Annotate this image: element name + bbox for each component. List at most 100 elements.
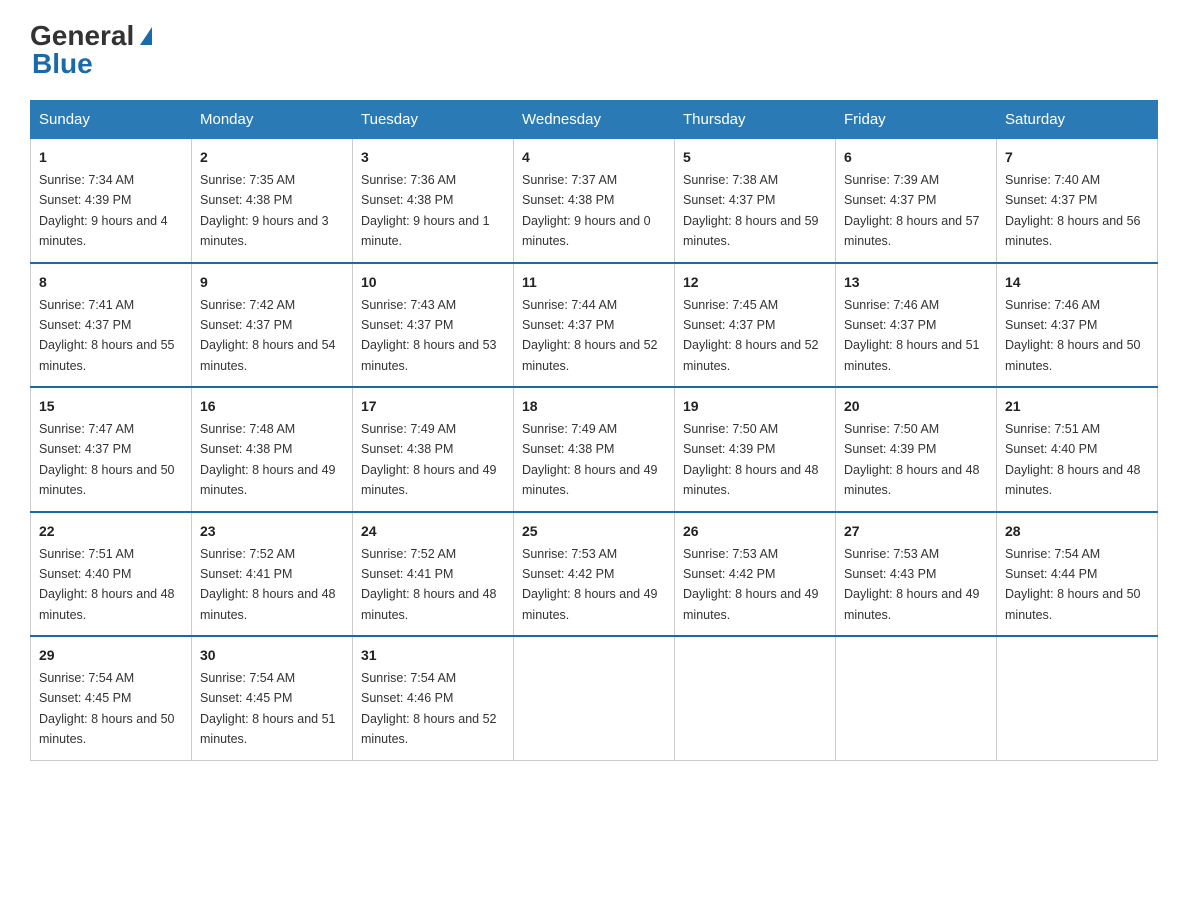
calendar-cell: 19 Sunrise: 7:50 AMSunset: 4:39 PMDayligh… [675,387,836,512]
day-info: Sunrise: 7:50 AMSunset: 4:39 PMDaylight:… [683,422,819,497]
day-info: Sunrise: 7:34 AMSunset: 4:39 PMDaylight:… [39,173,168,248]
day-info: Sunrise: 7:52 AMSunset: 4:41 PMDaylight:… [361,547,497,622]
logo-triangle-icon [140,27,152,45]
day-info: Sunrise: 7:43 AMSunset: 4:37 PMDaylight:… [361,298,497,373]
calendar-cell: 5 Sunrise: 7:38 AMSunset: 4:37 PMDaylight… [675,139,836,263]
calendar-cell: 2 Sunrise: 7:35 AMSunset: 4:38 PMDaylight… [192,139,353,263]
day-info: Sunrise: 7:54 AMSunset: 4:45 PMDaylight:… [200,671,336,746]
day-number: 30 [200,645,344,666]
day-info: Sunrise: 7:50 AMSunset: 4:39 PMDaylight:… [844,422,980,497]
calendar-week-row-3: 15 Sunrise: 7:47 AMSunset: 4:37 PMDayligh… [31,387,1158,512]
calendar-cell: 6 Sunrise: 7:39 AMSunset: 4:37 PMDaylight… [836,139,997,263]
calendar-cell: 18 Sunrise: 7:49 AMSunset: 4:38 PMDayligh… [514,387,675,512]
calendar-cell: 9Sunrise: 7:42 AMSunset: 4:37 PMDaylight… [192,263,353,388]
day-info: Sunrise: 7:46 AMSunset: 4:37 PMDaylight:… [844,298,980,373]
day-info: Sunrise: 7:39 AMSunset: 4:37 PMDaylight:… [844,173,980,248]
day-number: 8 [39,272,183,293]
column-header-friday: Friday [836,101,997,139]
calendar-cell: 10Sunrise: 7:43 AMSunset: 4:37 PMDayligh… [353,263,514,388]
calendar-cell: 21Sunrise: 7:51 AMSunset: 4:40 PMDayligh… [997,387,1158,512]
day-info: Sunrise: 7:52 AMSunset: 4:41 PMDaylight:… [200,547,336,622]
day-number: 24 [361,521,505,542]
day-number: 25 [522,521,666,542]
day-number: 19 [683,396,827,417]
day-number: 2 [200,147,344,168]
calendar-cell: 1Sunrise: 7:34 AMSunset: 4:39 PMDaylight… [31,139,192,263]
column-header-sunday: Sunday [31,101,192,139]
day-info: Sunrise: 7:35 AMSunset: 4:38 PMDaylight:… [200,173,329,248]
day-info: Sunrise: 7:54 AMSunset: 4:45 PMDaylight:… [39,671,175,746]
calendar-cell: 20 Sunrise: 7:50 AMSunset: 4:39 PMDayligh… [836,387,997,512]
page-header: General Blue [30,20,1158,80]
column-header-thursday: Thursday [675,101,836,139]
day-number: 3 [361,147,505,168]
calendar-cell: 13 Sunrise: 7:46 AMSunset: 4:37 PMDayligh… [836,263,997,388]
day-info: Sunrise: 7:53 AMSunset: 4:42 PMDaylight:… [683,547,819,622]
calendar-cell: 15 Sunrise: 7:47 AMSunset: 4:37 PMDayligh… [31,387,192,512]
day-number: 4 [522,147,666,168]
day-number: 26 [683,521,827,542]
calendar-cell: 3 Sunrise: 7:36 AMSunset: 4:38 PMDaylight… [353,139,514,263]
day-number: 9 [200,272,344,293]
calendar-cell: 30 Sunrise: 7:54 AMSunset: 4:45 PMDayligh… [192,636,353,760]
day-number: 23 [200,521,344,542]
calendar-cell: 25 Sunrise: 7:53 AMSunset: 4:42 PMDayligh… [514,512,675,637]
day-number: 13 [844,272,988,293]
day-number: 15 [39,396,183,417]
day-number: 29 [39,645,183,666]
day-number: 20 [844,396,988,417]
calendar-week-row-5: 29 Sunrise: 7:54 AMSunset: 4:45 PMDayligh… [31,636,1158,760]
calendar-cell [997,636,1158,760]
day-number: 16 [200,396,344,417]
column-header-wednesday: Wednesday [514,101,675,139]
calendar-week-row-2: 8 Sunrise: 7:41 AMSunset: 4:37 PMDaylight… [31,263,1158,388]
calendar-cell: 17 Sunrise: 7:49 AMSunset: 4:38 PMDayligh… [353,387,514,512]
day-info: Sunrise: 7:45 AMSunset: 4:37 PMDaylight:… [683,298,819,373]
day-info: Sunrise: 7:41 AMSunset: 4:37 PMDaylight:… [39,298,175,373]
logo-blue-text: Blue [30,48,93,80]
calendar-cell: 24 Sunrise: 7:52 AMSunset: 4:41 PMDayligh… [353,512,514,637]
calendar-cell: 22Sunrise: 7:51 AMSunset: 4:40 PMDayligh… [31,512,192,637]
day-number: 21 [1005,396,1149,417]
day-number: 7 [1005,147,1149,168]
day-number: 31 [361,645,505,666]
day-info: Sunrise: 7:48 AMSunset: 4:38 PMDaylight:… [200,422,336,497]
logo: General Blue [30,20,152,80]
day-info: Sunrise: 7:49 AMSunset: 4:38 PMDaylight:… [522,422,658,497]
calendar-cell: 8 Sunrise: 7:41 AMSunset: 4:37 PMDaylight… [31,263,192,388]
calendar-cell: 7Sunrise: 7:40 AMSunset: 4:37 PMDaylight… [997,139,1158,263]
day-number: 18 [522,396,666,417]
day-number: 6 [844,147,988,168]
day-number: 17 [361,396,505,417]
day-number: 5 [683,147,827,168]
day-number: 28 [1005,521,1149,542]
day-info: Sunrise: 7:54 AMSunset: 4:46 PMDaylight:… [361,671,497,746]
day-number: 12 [683,272,827,293]
day-info: Sunrise: 7:38 AMSunset: 4:37 PMDaylight:… [683,173,819,248]
calendar-table: SundayMondayTuesdayWednesdayThursdayFrid… [30,100,1158,761]
calendar-cell: 23 Sunrise: 7:52 AMSunset: 4:41 PMDayligh… [192,512,353,637]
day-number: 11 [522,272,666,293]
day-info: Sunrise: 7:44 AMSunset: 4:37 PMDaylight:… [522,298,658,373]
calendar-cell: 28 Sunrise: 7:54 AMSunset: 4:44 PMDayligh… [997,512,1158,637]
calendar-cell: 26 Sunrise: 7:53 AMSunset: 4:42 PMDayligh… [675,512,836,637]
calendar-week-row-4: 22Sunrise: 7:51 AMSunset: 4:40 PMDayligh… [31,512,1158,637]
day-info: Sunrise: 7:53 AMSunset: 4:42 PMDaylight:… [522,547,658,622]
day-info: Sunrise: 7:49 AMSunset: 4:38 PMDaylight:… [361,422,497,497]
calendar-cell: 14Sunrise: 7:46 AMSunset: 4:37 PMDayligh… [997,263,1158,388]
calendar-cell: 12 Sunrise: 7:45 AMSunset: 4:37 PMDayligh… [675,263,836,388]
day-info: Sunrise: 7:37 AMSunset: 4:38 PMDaylight:… [522,173,651,248]
day-info: Sunrise: 7:47 AMSunset: 4:37 PMDaylight:… [39,422,175,497]
calendar-cell [675,636,836,760]
calendar-cell [836,636,997,760]
calendar-week-row-1: 1Sunrise: 7:34 AMSunset: 4:39 PMDaylight… [31,139,1158,263]
day-info: Sunrise: 7:54 AMSunset: 4:44 PMDaylight:… [1005,547,1141,622]
calendar-cell: 27Sunrise: 7:53 AMSunset: 4:43 PMDayligh… [836,512,997,637]
calendar-cell: 31 Sunrise: 7:54 AMSunset: 4:46 PMDayligh… [353,636,514,760]
calendar-cell [514,636,675,760]
day-info: Sunrise: 7:46 AMSunset: 4:37 PMDaylight:… [1005,298,1141,373]
column-header-monday: Monday [192,101,353,139]
day-info: Sunrise: 7:36 AMSunset: 4:38 PMDaylight:… [361,173,490,248]
day-info: Sunrise: 7:51 AMSunset: 4:40 PMDaylight:… [39,547,175,622]
day-number: 27 [844,521,988,542]
